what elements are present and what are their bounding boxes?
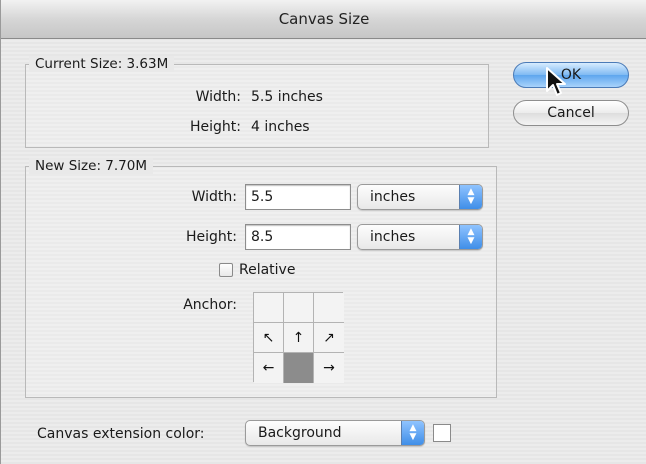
extension-color-label: Canvas extension color:: [37, 426, 205, 442]
width-unit-value: inches: [370, 189, 416, 205]
new-width-label: Width:: [191, 189, 237, 205]
extension-color-select[interactable]: Background ▲ ▼: [245, 420, 425, 446]
current-width-value: 5.5 inches: [251, 89, 323, 105]
anchor-middle-left-arrow-up-left-icon[interactable]: ↖: [254, 323, 284, 353]
new-size-legend: New Size: 7.70M: [29, 158, 153, 174]
up-down-arrows-icon: ▲ ▼: [459, 225, 482, 249]
anchor-grid[interactable]: ↖ ↑ ↗ ← →: [253, 292, 344, 383]
relative-checkbox[interactable]: [219, 263, 233, 277]
cancel-button[interactable]: Cancel: [513, 100, 629, 126]
anchor-middle-right-arrow-up-right-icon[interactable]: ↗: [314, 323, 344, 353]
current-height-value: 4 inches: [251, 119, 310, 135]
anchor-bottom-center-selected[interactable]: [284, 353, 314, 383]
extension-color-value: Background: [258, 425, 342, 441]
anchor-top-center[interactable]: [284, 293, 314, 323]
window-title: Canvas Size: [1, 0, 646, 39]
relative-label[interactable]: Relative: [239, 261, 295, 279]
anchor-top-left[interactable]: [254, 293, 284, 323]
width-input[interactable]: 5.5: [245, 184, 351, 210]
anchor-center-arrow-up-icon[interactable]: ↑: [284, 323, 314, 353]
canvas-size-dialog: Canvas Size Current Size: 3.63M Width: 5…: [0, 0, 646, 464]
anchor-top-right[interactable]: [314, 293, 344, 323]
anchor-bottom-right-arrow-right-icon[interactable]: →: [314, 353, 344, 383]
up-down-arrows-icon: ▲ ▼: [459, 185, 482, 209]
extension-color-swatch[interactable]: [433, 424, 451, 442]
anchor-label: Anchor:: [183, 297, 237, 313]
width-unit-select[interactable]: inches ▲ ▼: [357, 184, 483, 210]
height-input[interactable]: 8.5: [245, 224, 351, 250]
height-unit-select[interactable]: inches ▲ ▼: [357, 224, 483, 250]
current-height-label: Height:: [190, 119, 241, 135]
pointer-arrow-icon: [546, 67, 566, 96]
current-size-legend: Current Size: 3.63M: [29, 56, 175, 72]
height-unit-value: inches: [370, 229, 416, 245]
anchor-bottom-left-arrow-left-icon[interactable]: ←: [254, 353, 284, 383]
current-width-label: Width:: [195, 89, 241, 105]
new-height-label: Height:: [186, 229, 237, 245]
up-down-arrows-icon: ▲ ▼: [401, 421, 424, 445]
